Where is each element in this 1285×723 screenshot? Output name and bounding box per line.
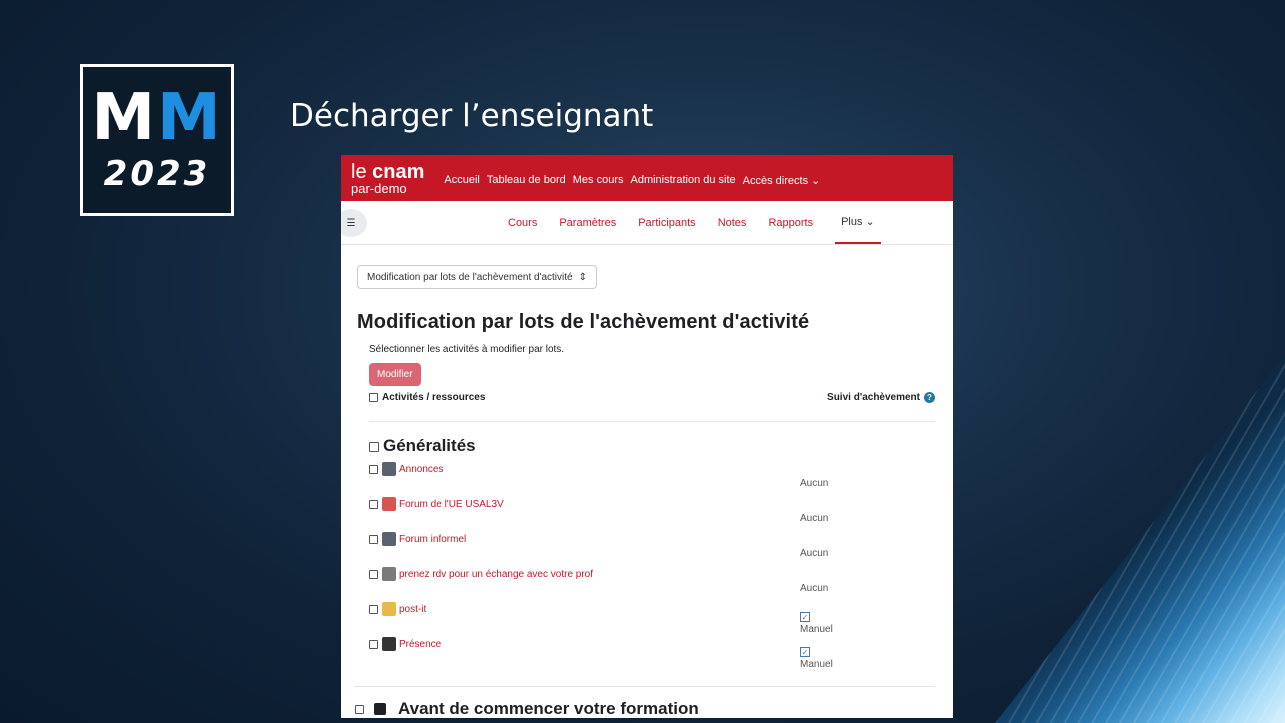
activity-list: Annonces Aucun Forum de l'UE USAL3V Aucun Fo…: [357, 462, 935, 672]
activity-checkbox[interactable]: [369, 464, 378, 474]
report-select-value: Modification par lots de l'achèvement d'…: [367, 271, 573, 283]
course-secondary-nav: ☰ Cours Paramètres Participants Notes Ra…: [341, 201, 953, 245]
nav-dashboard[interactable]: Tableau de bord: [487, 174, 566, 187]
modify-button[interactable]: Modifier: [369, 363, 421, 386]
logo-year: 2023: [103, 154, 211, 194]
activities-column-header: Activités / ressources: [382, 392, 486, 403]
activity-row: prenez rdv pour un échange avec votre pr…: [369, 567, 935, 602]
activity-row: post-it ✓ Manuel: [369, 602, 935, 637]
folder-icon: [382, 602, 396, 616]
select-all-checkbox[interactable]: [369, 392, 378, 402]
activity-checkbox[interactable]: [369, 604, 378, 614]
nav-my-courses[interactable]: Mes cours: [573, 174, 624, 187]
list-icon: ☰: [346, 217, 356, 229]
completion-status: Manuel: [800, 624, 833, 635]
activity-link[interactable]: Forum de l'UE USAL3V: [399, 499, 504, 510]
tab-grades[interactable]: Notes: [718, 201, 747, 244]
top-navbar: le cnam par-demo Accueil Tableau de bord…: [341, 155, 953, 201]
page-title: Modification par lots de l'achèvement d'…: [357, 311, 810, 333]
intro-text: Sélectionner les activités à modifier pa…: [369, 344, 565, 355]
tab-course[interactable]: Cours: [508, 201, 537, 244]
checkmark-icon: ✓: [800, 647, 810, 657]
activity-checkbox[interactable]: [369, 639, 378, 649]
primary-nav: Accueil Tableau de bord Mes cours Admini…: [444, 174, 820, 187]
forum-icon: [382, 532, 396, 546]
event-logo: MM 2023: [80, 64, 234, 216]
corner-background-photo: [995, 355, 1285, 723]
completion-status: Aucun: [800, 478, 829, 489]
section-2-checkbox[interactable]: [355, 704, 364, 714]
completion-status: Aucun: [800, 548, 829, 559]
completion-status: Aucun: [800, 583, 829, 594]
activity-link[interactable]: prenez rdv pour un échange avec votre pr…: [399, 569, 593, 580]
attendance-icon: [382, 637, 396, 651]
nav-site-admin[interactable]: Administration du site: [631, 174, 736, 187]
checkmark-icon: ✓: [800, 612, 810, 622]
main-content: Modification par lots de l'achèvement d'…: [341, 245, 953, 718]
activity-link[interactable]: Forum informel: [399, 534, 466, 545]
activity-checkbox[interactable]: [369, 569, 378, 579]
section-title: Généralités: [369, 436, 935, 456]
nav-home[interactable]: Accueil: [444, 174, 479, 187]
activity-checkbox[interactable]: [369, 499, 378, 509]
help-icon[interactable]: ?: [924, 392, 935, 403]
course-index-toggle[interactable]: ☰: [341, 209, 367, 237]
moodle-screenshot: le cnam par-demo Accueil Tableau de bord…: [341, 155, 953, 718]
select-arrows-icon: ⇕: [578, 271, 587, 283]
table-header: Activités / ressources Suivi d'achèvemen…: [369, 392, 935, 422]
section-checkbox[interactable]: [369, 441, 379, 452]
activity-row: Annonces Aucun: [369, 462, 935, 497]
completion-column-header: Suivi d'achèvement: [827, 392, 920, 403]
site-logo[interactable]: le cnam par-demo: [351, 162, 424, 195]
tab-settings[interactable]: Paramètres: [559, 201, 616, 244]
activity-row: Forum de l'UE USAL3V Aucun: [369, 497, 935, 532]
activity-link[interactable]: Présence: [399, 639, 441, 650]
calendar-icon: [382, 567, 396, 581]
completion-status: Aucun: [800, 513, 829, 524]
tab-reports[interactable]: Rapports: [768, 201, 813, 244]
activity-row: Forum informel Aucun: [369, 532, 935, 567]
logo-letters: MM: [91, 81, 223, 155]
section-icon: [374, 703, 386, 715]
tab-participants[interactable]: Participants: [638, 201, 695, 244]
forum-icon: [382, 462, 396, 476]
section-title-2: Avant de commencer votre formation: [355, 686, 935, 718]
activity-link[interactable]: Annonces: [399, 464, 443, 475]
nav-quick-access[interactable]: Accès directs ⌄: [743, 174, 821, 187]
activity-link[interactable]: post-it: [399, 604, 426, 615]
slide-title: Décharger l’enseignant: [290, 98, 654, 134]
users-icon: [382, 497, 396, 511]
completion-status: Manuel: [800, 659, 833, 670]
tab-more[interactable]: Plus ⌄: [835, 201, 881, 244]
activity-checkbox[interactable]: [369, 534, 378, 544]
activity-row: Présence ✓ Manuel: [369, 637, 935, 672]
report-select[interactable]: Modification par lots de l'achèvement d'…: [357, 265, 597, 289]
